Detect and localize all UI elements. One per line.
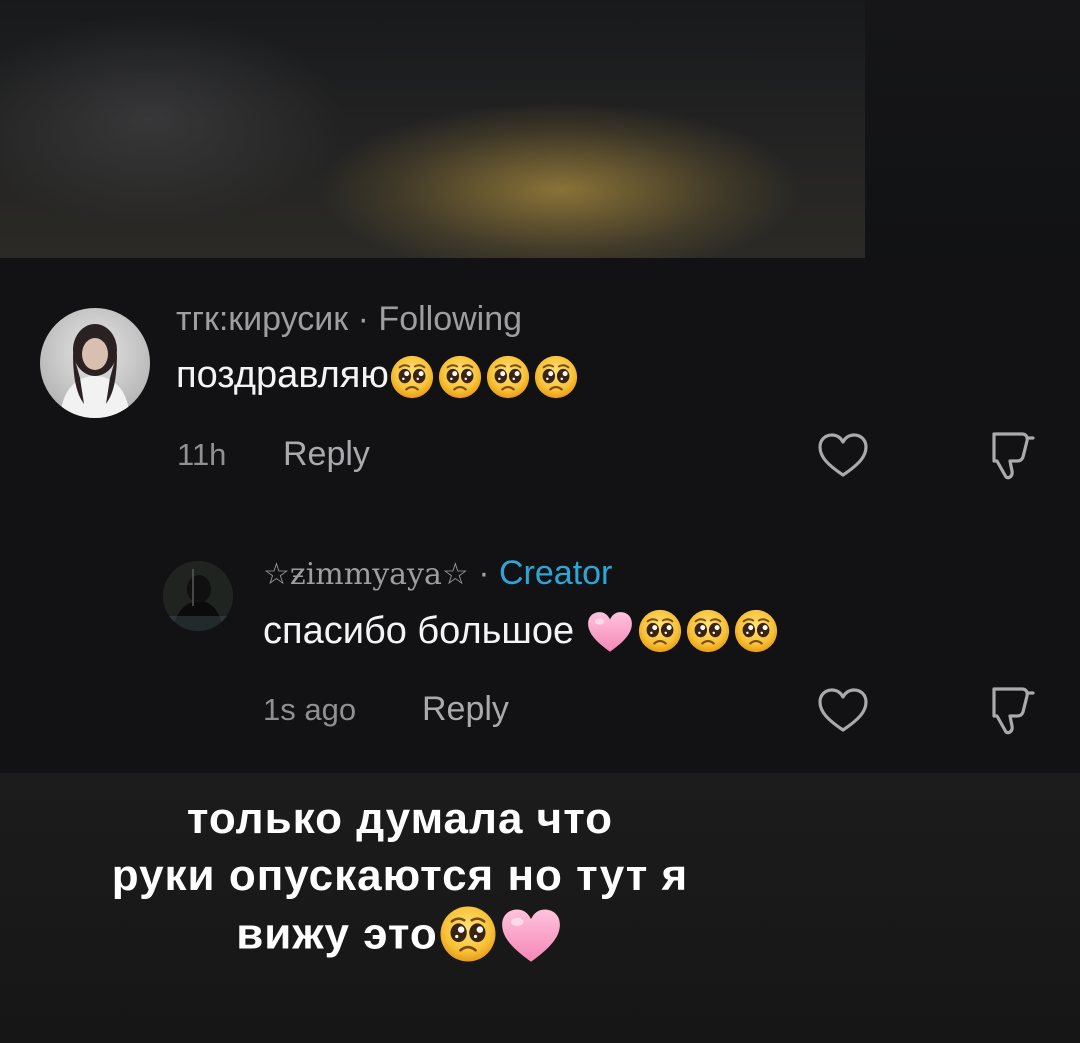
like-button[interactable] [816,430,870,485]
comment-text: поздравляю [176,354,579,400]
thumbs-down-outline-icon [992,432,1035,480]
like-button[interactable] [816,685,870,740]
blurred-video-top-edge [865,0,1080,258]
pleading-face-icon [438,904,498,964]
username-text[interactable]: тгк:кирусик [176,300,348,338]
caption-line-1: только думала что [186,794,614,843]
heart-outline-icon [818,688,868,732]
dislike-button[interactable] [988,683,1038,742]
comments-panel [0,258,1080,773]
pleading-face-icon [685,608,731,654]
avatar[interactable] [163,561,233,631]
comment-timestamp: 11h [177,437,227,472]
separator-dot: · [357,300,369,338]
pleading-face-icon [533,354,579,400]
username-text[interactable]: ☆ƶimmyaya☆ [263,557,469,592]
pleading-face-icon [389,354,435,400]
separator-dot: · [478,554,490,592]
comment-username[interactable]: тгк:кирусик · Following [176,300,522,339]
reply-button[interactable]: Reply [283,435,370,474]
pleading-face-icon [637,608,683,654]
comment-text: спасибо большое [263,608,779,658]
caption-line-3: вижу это [0,904,800,970]
pink-heart-icon [585,608,635,658]
comment-username[interactable]: ☆ƶimmyaya☆ · Creator [263,554,612,593]
pleading-face-icon [733,608,779,654]
avatar-user-icon [163,561,233,631]
avatar-user-icon [60,324,130,418]
thumbs-down-outline-icon [992,687,1035,735]
heart-outline-icon [818,433,868,477]
caption-text: только думала что руки опускаются но тут… [0,790,800,970]
caption-line-2: руки опускаются но тут я [111,851,689,900]
comment-timestamp: 1s ago [263,692,357,727]
comment-body: спасибо большое [263,610,575,653]
reply-button[interactable]: Reply [422,690,509,729]
following-tag: Following [378,300,523,338]
avatar[interactable] [40,308,150,418]
pink-heart-icon [498,904,564,970]
dislike-button[interactable] [988,428,1038,487]
caption-line-3-text: вижу это [236,909,438,959]
comment-body: поздравляю [176,354,389,397]
pleading-face-icon [437,354,483,400]
creator-tag: Creator [499,554,613,592]
pleading-face-icon [485,354,531,400]
